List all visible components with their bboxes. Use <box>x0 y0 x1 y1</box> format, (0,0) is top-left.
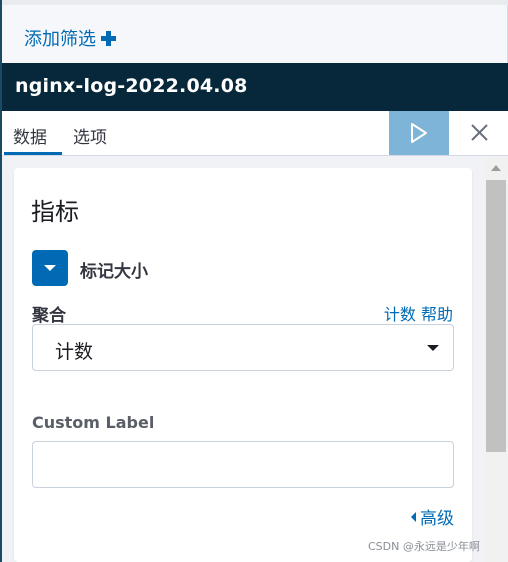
add-filter-button[interactable]: 添加筛选 <box>24 25 116 51</box>
editor-content: 指标 标记大小 聚合 计数 帮助 计数 Custom Label 高级 <box>2 156 484 562</box>
tab-data[interactable]: 数据 <box>13 123 47 148</box>
section-title: 指标 <box>31 198 79 226</box>
aggregation-help-link[interactable]: 计数 帮助 <box>384 301 453 325</box>
advanced-toggle-link[interactable]: 高级 <box>411 504 454 529</box>
plus-icon <box>101 30 116 46</box>
index-header: nginx-log-2022.04.08 <box>2 63 508 111</box>
visualize-editor: 添加筛选 nginx-log-2022.04.08 数据 选项 指标 标记大小 … <box>0 0 508 562</box>
collapse-toggle-button[interactable] <box>32 250 68 286</box>
advanced-label: 高级 <box>420 509 454 529</box>
close-icon <box>471 124 488 141</box>
caret-left-icon <box>411 511 416 522</box>
vertical-scrollbar[interactable] <box>484 156 508 562</box>
active-tab-indicator <box>4 152 62 155</box>
tab-options[interactable]: 选项 <box>73 123 107 148</box>
editor-tabs: 数据 选项 <box>2 111 508 156</box>
aggregation-select-value: 计数 <box>55 341 94 363</box>
aggregation-label: 聚合 <box>32 306 66 326</box>
discard-changes-button[interactable] <box>449 111 508 155</box>
scrollbar-thumb[interactable] <box>486 180 506 452</box>
metrics-panel: 指标 标记大小 聚合 计数 帮助 计数 Custom Label 高级 <box>14 168 472 562</box>
caret-down-icon <box>427 345 439 351</box>
watermark: CSDN @永远是少年啊 <box>368 540 480 553</box>
apply-changes-button[interactable] <box>389 111 449 155</box>
scroll-up-arrow-icon[interactable] <box>491 165 501 171</box>
custom-label-input[interactable] <box>32 441 454 488</box>
custom-label-title: Custom Label <box>32 413 155 432</box>
play-icon <box>411 123 427 143</box>
aggregation-select[interactable]: 计数 <box>32 324 454 371</box>
chevron-down-icon <box>44 265 56 271</box>
index-title: nginx-log-2022.04.08 <box>15 75 248 97</box>
metric-label: 标记大小 <box>80 262 148 282</box>
add-filter-label: 添加筛选 <box>24 29 96 50</box>
filter-bar: 添加筛选 <box>2 5 508 63</box>
